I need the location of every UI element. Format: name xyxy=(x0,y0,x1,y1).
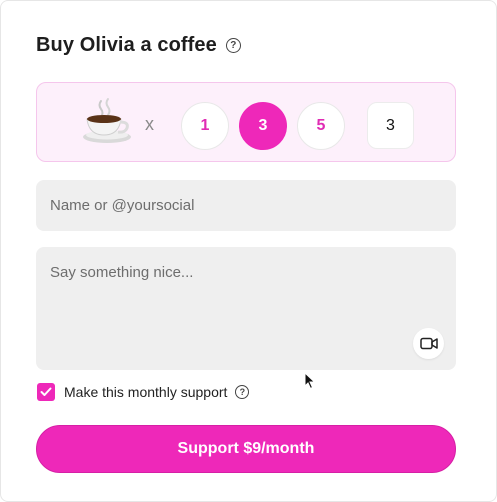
custom-quantity-input[interactable]: 3 xyxy=(367,102,414,149)
quantity-option-5[interactable]: 5 xyxy=(297,102,345,150)
question-circle-icon[interactable]: ? xyxy=(225,38,241,53)
message-placeholder: Say something nice... xyxy=(50,264,194,281)
name-placeholder: Name or @yoursocial xyxy=(50,197,195,214)
quantity-option-1[interactable]: 1 xyxy=(181,102,229,150)
mouse-cursor-icon xyxy=(304,372,316,390)
monthly-option: Make this monthly support ? xyxy=(37,383,250,401)
monthly-label: Make this monthly support xyxy=(64,384,228,400)
quantity-option-3[interactable]: 3 xyxy=(239,102,287,150)
video-camera-icon[interactable] xyxy=(413,328,444,359)
header: Buy Olivia a coffee ? xyxy=(36,34,241,57)
multiplier-sign: x xyxy=(145,114,154,134)
name-input[interactable]: Name or @yoursocial xyxy=(36,180,456,231)
support-card: Buy Olivia a coffee ? x 1 3 5 3 Name or … xyxy=(0,0,497,502)
support-button[interactable]: Support $9/month xyxy=(36,425,456,473)
page-title: Buy Olivia a coffee xyxy=(36,34,217,56)
coffee-cup-icon xyxy=(83,98,131,143)
check-icon xyxy=(40,387,52,396)
question-circle-icon[interactable]: ? xyxy=(235,385,250,399)
monthly-checkbox[interactable] xyxy=(37,383,55,401)
quantity-panel: x 1 3 5 3 xyxy=(36,82,456,162)
message-textarea[interactable]: Say something nice... xyxy=(36,247,456,370)
